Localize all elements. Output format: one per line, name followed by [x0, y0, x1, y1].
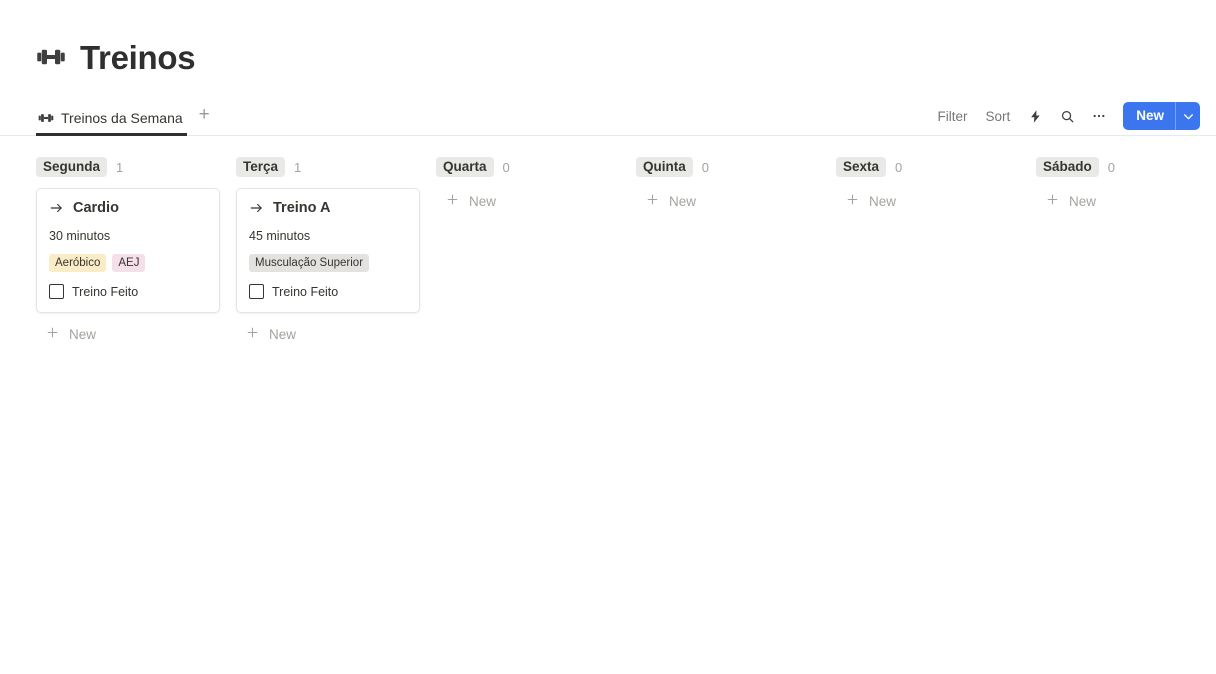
column-count: 0 [701, 159, 709, 175]
plus-icon [646, 193, 659, 209]
treino-feito-label: Treino Feito [272, 284, 339, 299]
page-header: Treinos [0, 0, 1216, 82]
tab-list: Treinos da Semana + [36, 101, 218, 136]
column-day-chip[interactable]: Sábado [1036, 157, 1099, 177]
add-card-button[interactable]: New [636, 188, 798, 214]
board-column: Quarta 0 New [436, 156, 636, 214]
column-count: 0 [502, 159, 510, 175]
column-count: 1 [294, 159, 302, 175]
plus-icon [1046, 193, 1059, 209]
tab-treinos-da-semana[interactable]: Treinos da Semana [36, 101, 187, 136]
card-title-row: Treino A [249, 200, 407, 216]
chevron-down-icon[interactable] [1176, 102, 1200, 130]
column-day-chip[interactable]: Terça [236, 157, 286, 177]
column-day-chip[interactable]: Segunda [36, 157, 108, 177]
column-count: 0 [895, 159, 903, 175]
add-card-button[interactable]: New [236, 321, 398, 347]
column-count: 0 [1107, 159, 1115, 175]
add-card-label: New [669, 193, 697, 209]
lightning-bolt-icon[interactable] [1021, 103, 1049, 129]
add-card-button[interactable]: New [36, 321, 198, 347]
add-card-label: New [869, 193, 897, 209]
plus-icon [446, 193, 459, 209]
dumbbell-icon [36, 42, 66, 72]
column-header: Sábado 0 [1036, 156, 1216, 178]
kanban-board: Segunda 1 Cardio 30 minutos Aeróbico AEJ Trein… [0, 136, 1216, 347]
page-root: Treinos Treinos da Semana + Filter Sort … [0, 0, 1216, 674]
ellipsis-icon[interactable] [1085, 103, 1113, 129]
column-count: 1 [116, 159, 124, 175]
arrow-right-icon [49, 201, 64, 215]
card-tag[interactable]: Musculação Superior [249, 254, 370, 272]
column-day-chip[interactable]: Quinta [636, 157, 693, 177]
card-tag[interactable]: Aeróbico [49, 254, 107, 272]
add-card-label: New [1069, 193, 1097, 209]
treino-feito-checkbox[interactable] [249, 284, 264, 299]
board-column: Sexta 0 New [836, 156, 1036, 214]
card-tag-row: Musculação Superior [249, 254, 407, 272]
tab-bar: Treinos da Semana + Filter Sort New [0, 100, 1216, 136]
plus-icon [46, 326, 59, 342]
plus-icon [246, 326, 259, 342]
add-card-label: New [69, 326, 97, 342]
view-toolbar: Filter Sort New [930, 102, 1200, 130]
card-duration: 30 minutos [49, 229, 111, 243]
card-title: Cardio [73, 200, 119, 216]
tab-label: Treinos da Semana [61, 110, 183, 126]
board-card[interactable]: Cardio 30 minutos Aeróbico AEJ Treino Feito [36, 188, 220, 313]
board-column: Quinta 0 New [636, 156, 836, 214]
card-title-row: Cardio [49, 200, 207, 216]
add-card-button[interactable]: New [1036, 188, 1198, 214]
sort-button[interactable]: Sort [978, 105, 1017, 128]
column-header: Quinta 0 [636, 156, 836, 178]
card-duration: 45 minutos [249, 229, 311, 243]
search-icon[interactable] [1053, 103, 1081, 129]
card-tag-row: Aeróbico AEJ [49, 254, 207, 272]
card-checkbox-row: Treino Feito [249, 284, 407, 299]
treino-feito-checkbox[interactable] [49, 284, 64, 299]
add-card-label: New [269, 326, 297, 342]
dumbbell-icon [38, 110, 54, 126]
add-card-button[interactable]: New [836, 188, 998, 214]
treino-feito-label: Treino Feito [72, 284, 139, 299]
board-column: Segunda 1 Cardio 30 minutos Aeróbico AEJ Trein… [36, 156, 236, 347]
column-header: Sexta 0 [836, 156, 1036, 178]
plus-icon [846, 193, 859, 209]
column-header: Terça 1 [236, 156, 436, 178]
column-day-chip[interactable]: Sexta [836, 157, 887, 177]
card-title: Treino A [273, 200, 331, 216]
add-card-button[interactable]: New [436, 188, 598, 214]
column-header: Segunda 1 [36, 156, 236, 178]
new-button[interactable]: New [1123, 102, 1200, 130]
add-view-button[interactable]: + [191, 105, 218, 124]
filter-button[interactable]: Filter [930, 105, 974, 128]
board-card[interactable]: Treino A 45 minutos Musculação Superior Tre… [236, 188, 420, 313]
column-day-chip[interactable]: Quarta [436, 157, 494, 177]
add-card-label: New [469, 193, 497, 209]
column-header: Quarta 0 [436, 156, 636, 178]
new-button-label: New [1136, 108, 1164, 123]
board-column: Terça 1 Treino A 45 minutos Musculação Super… [236, 156, 436, 347]
arrow-right-icon [249, 201, 264, 215]
page-title: Treinos [80, 38, 196, 76]
board-column: Sábado 0 New [1036, 156, 1216, 214]
card-checkbox-row: Treino Feito [49, 284, 207, 299]
card-tag[interactable]: AEJ [112, 254, 146, 272]
